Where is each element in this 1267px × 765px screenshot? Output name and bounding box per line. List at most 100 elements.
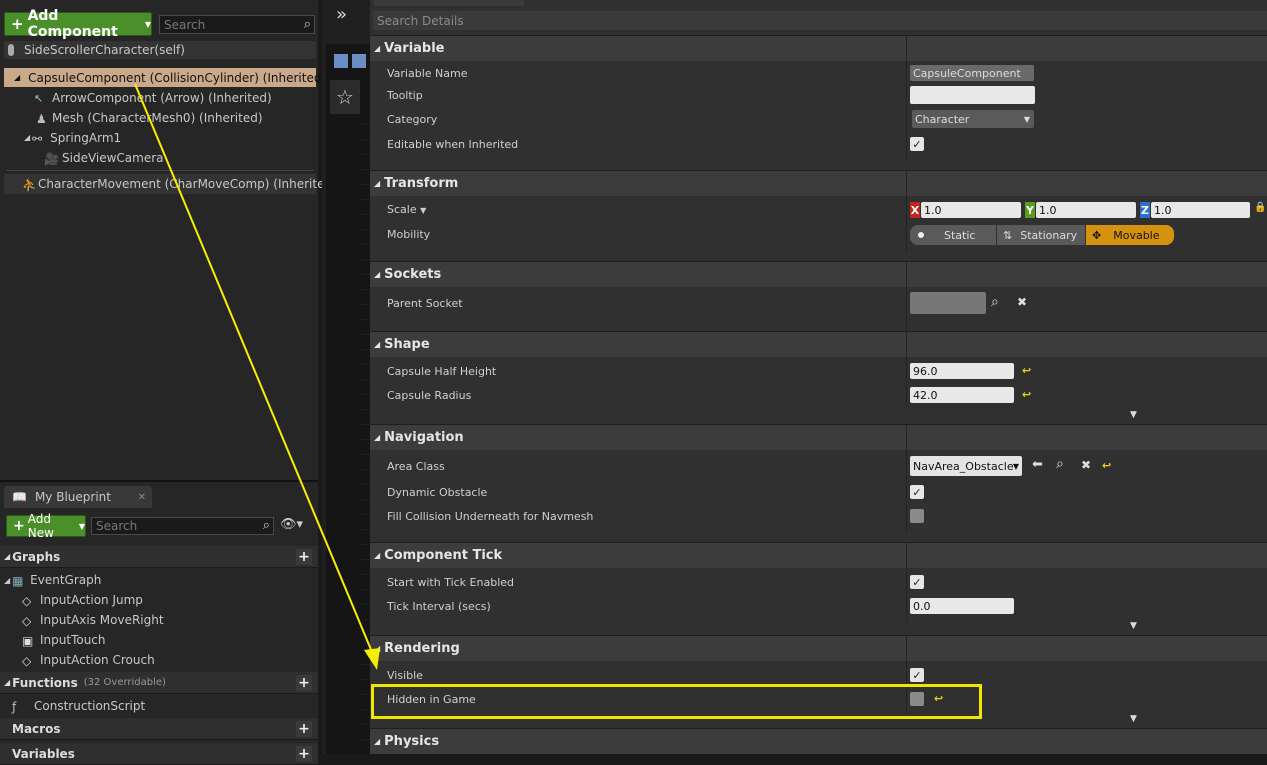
advanced-expand-icon[interactable]: ▼ (1130, 714, 1137, 724)
category-dropdown[interactable]: Character ▼ (912, 110, 1034, 128)
springarm-icon: ⚯ (32, 131, 43, 146)
component-row-self[interactable]: SideScrollerCharacter(self) (4, 41, 316, 59)
advanced-expand-icon[interactable]: ▼ (1130, 621, 1137, 631)
eye-icon[interactable]: 👁▾ (280, 517, 303, 532)
mesh-icon: ♟ (36, 111, 47, 126)
mobility-static-button[interactable]: Static (910, 225, 996, 245)
reset-icon[interactable]: ↩ (1022, 388, 1031, 401)
function-icon: ƒ (12, 700, 17, 714)
collapse-arrow-icon: ◢ (4, 552, 11, 561)
search-icon[interactable]: ⌕ (1056, 456, 1064, 472)
touch-icon: ▣ (22, 634, 34, 648)
graph-toolbar-strip: » ☆ (322, 0, 370, 754)
prop-dynamic-obstacle: Dynamic Obstacle (387, 486, 488, 499)
component-row-camera[interactable]: 🎥 SideViewCamera (44, 149, 164, 166)
left-panel: + Add Component ▼ Search ⌕ SideScrollerC… (0, 0, 337, 765)
grid-icon[interactable] (352, 54, 366, 68)
stationary-icon: ⇅ (1003, 228, 1013, 242)
eventgraph-icon: ▦ (12, 574, 24, 588)
add-graph-button[interactable]: + (296, 548, 312, 565)
components-search-input[interactable]: Search ⌕ (159, 15, 315, 34)
variable-name-field[interactable]: CapsuleComponent (910, 65, 1034, 81)
movable-icon: ✥ (1092, 228, 1102, 242)
x-axis-label: X (910, 202, 920, 218)
graphs-header[interactable]: ◢ Graphs + (0, 546, 318, 568)
add-new-button[interactable]: + Add New ▼ (6, 512, 86, 540)
component-row-springarm[interactable]: ◢ ⚯ SpringArm1 (24, 129, 121, 146)
component-row-movement[interactable]: ⛹ CharacterMovement (CharMoveComp) (Inhe… (4, 174, 337, 194)
search-details-input[interactable]: Search Details (373, 11, 1267, 30)
mobility-movable-button[interactable]: ✥ Movable (1086, 225, 1174, 245)
details-panel: Search Details ◢ Variable Variable Name C… (370, 0, 1267, 754)
close-icon[interactable]: ✕ (138, 492, 146, 503)
component-row-mesh[interactable]: ♟ Mesh (CharacterMesh0) (Inherited) (36, 109, 263, 126)
column-divider (906, 424, 907, 532)
chevron-down-icon: ▼ (420, 206, 427, 215)
lock-icon[interactable]: 🔒 (1254, 202, 1266, 213)
character-icon (8, 44, 14, 56)
section-variable[interactable]: ◢ Variable (370, 35, 1267, 61)
add-component-button[interactable]: + Add Component ▼ (4, 8, 152, 40)
macros-header[interactable]: Macros + (0, 718, 318, 740)
reset-icon[interactable]: ↩ (1022, 364, 1031, 377)
tooltip-field[interactable] (910, 86, 1035, 104)
clear-icon[interactable]: ✖ (1017, 295, 1027, 309)
section-component-tick[interactable]: ◢ Component Tick (370, 542, 1267, 568)
fill-collision-checkbox[interactable] (910, 509, 924, 523)
advanced-expand-icon[interactable]: ▼ (1130, 410, 1137, 420)
dynamic-obstacle-checkbox[interactable]: ✓ (910, 485, 924, 499)
add-component-label: Add Component (27, 8, 118, 40)
graph-item-jump[interactable]: ◇ InputAction Jump (22, 591, 143, 609)
scale-y-field[interactable]: 1.0 (1036, 202, 1136, 218)
scale-x-field[interactable]: 1.0 (921, 202, 1021, 218)
add-function-button[interactable]: + (296, 674, 312, 691)
prop-scale[interactable]: Scale ▼ (387, 203, 426, 216)
grid-icon[interactable] (334, 54, 348, 68)
prop-capsule-half-height: Capsule Half Height (387, 365, 497, 378)
expand-panel-button[interactable]: » (336, 4, 347, 25)
parent-socket-field[interactable] (910, 292, 986, 314)
column-divider (906, 170, 907, 252)
clear-icon[interactable]: ✖ (1081, 458, 1091, 472)
graph-item-touch[interactable]: ▣ InputTouch (22, 631, 106, 649)
prop-tick-interval: Tick Interval (secs) (387, 600, 491, 613)
section-rendering[interactable]: ◢ Rendering (370, 635, 1267, 661)
use-selected-arrow-icon[interactable]: ⬅ (1032, 457, 1043, 472)
area-class-dropdown[interactable]: NavArea_Obstacle ▼ (910, 456, 1022, 476)
diamond-icon: ◇ (22, 614, 32, 628)
section-transform[interactable]: ◢ Transform (370, 170, 1267, 196)
section-sockets[interactable]: ◢ Sockets (370, 261, 1267, 287)
graph-item-eventgraph[interactable]: ◢ ▦ EventGraph (4, 571, 101, 589)
capsule-radius-field[interactable]: 42.0 (910, 387, 1014, 403)
tab-my-blueprint[interactable]: 📖 My Blueprint ✕ (4, 486, 152, 508)
expand-arrow-icon: ◢ (24, 133, 31, 142)
highlight-box (371, 684, 982, 719)
component-row-arrow[interactable]: ↖ ArrowComponent (Arrow) (Inherited) (34, 89, 272, 106)
scale-z-field[interactable]: 1.0 (1151, 202, 1250, 218)
add-macro-button[interactable]: + (296, 720, 312, 737)
chevron-down-icon: ▼ (1023, 114, 1030, 124)
component-row-capsule[interactable]: ◢ CapsuleComponent (CollisionCylinder) (… (4, 68, 326, 87)
capsule-half-height-field[interactable]: 96.0 (910, 363, 1014, 379)
functions-header[interactable]: ◢ Functions (32 Overridable) + (0, 672, 318, 694)
static-icon (918, 232, 924, 238)
section-navigation[interactable]: ◢ Navigation (370, 424, 1267, 450)
section-shape[interactable]: ◢ Shape (370, 331, 1267, 357)
favorite-star-icon[interactable]: ☆ (330, 80, 360, 114)
function-item-construction[interactable]: ƒ ConstructionScript (12, 697, 145, 715)
search-icon[interactable]: ⌕ (991, 294, 999, 310)
blueprint-search-input[interactable]: Search ⌕ (91, 517, 274, 535)
tick-interval-field[interactable]: 0.0 (910, 598, 1014, 614)
editable-inherited-checkbox[interactable]: ✓ (910, 137, 924, 151)
section-physics[interactable]: ◢ Physics (370, 728, 1267, 754)
start-tick-checkbox[interactable]: ✓ (910, 575, 924, 589)
diamond-icon: ◇ (22, 594, 32, 608)
graph-item-crouch[interactable]: ◇ InputAction Crouch (22, 651, 155, 669)
reset-icon[interactable]: ↩ (1102, 459, 1111, 472)
my-blueprint-panel: 📖 My Blueprint ✕ + Add New ▼ Search ⌕ 👁▾… (0, 480, 318, 765)
graph-item-moveright[interactable]: ◇ InputAxis MoveRight (22, 611, 164, 629)
variables-header[interactable]: Variables + (0, 743, 318, 765)
plus-icon: + (11, 15, 24, 33)
visible-checkbox[interactable]: ✓ (910, 668, 924, 682)
mobility-stationary-button[interactable]: ⇅ Stationary (997, 225, 1085, 245)
